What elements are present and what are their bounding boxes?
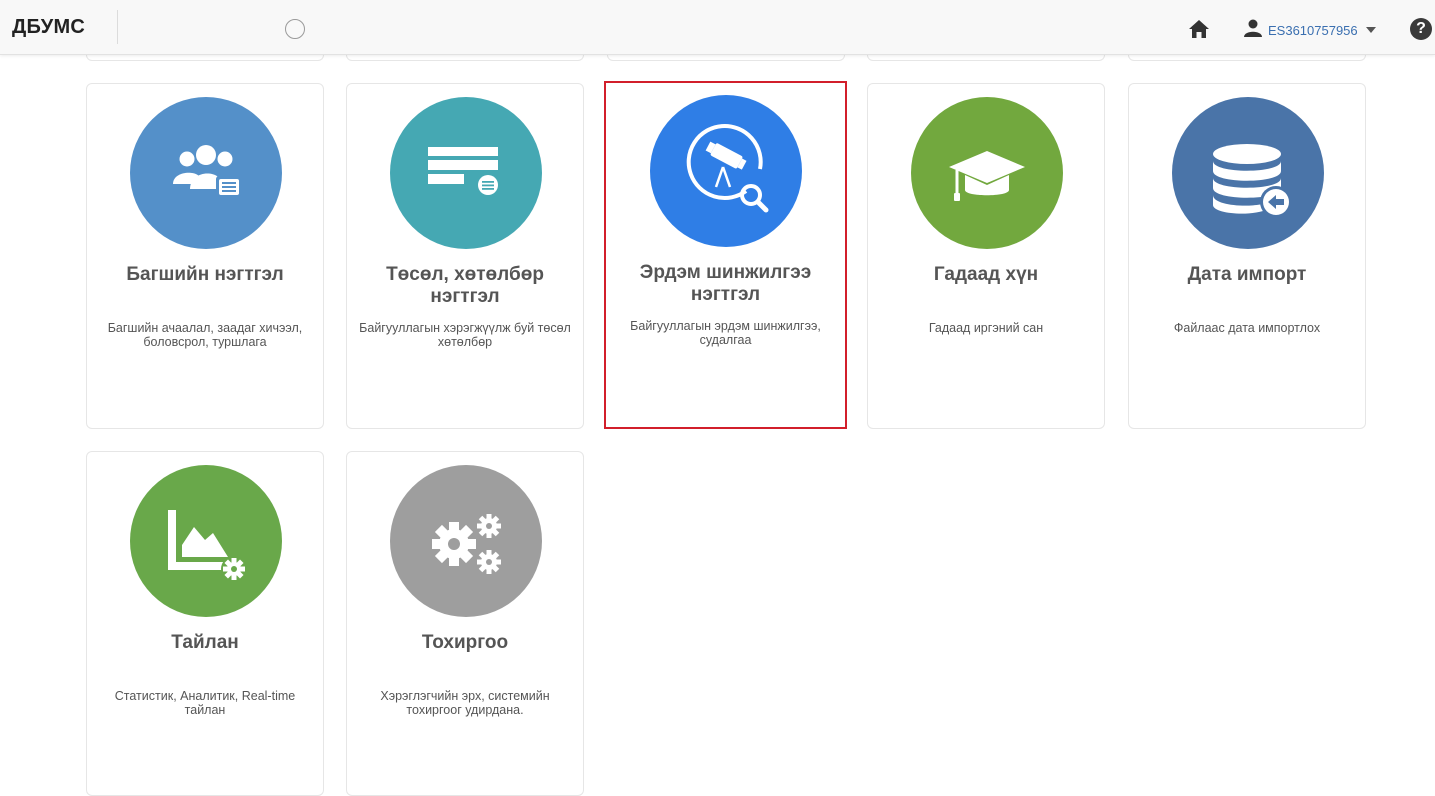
module-card-foreigner[interactable]: Гадаад хүн Гадаад иргэний сан [867, 83, 1105, 429]
loading-spinner-icon [285, 19, 305, 39]
module-card-project[interactable]: Төсөл, хөтөлбөр нэгтгэл Байгууллагын хэр… [346, 83, 584, 429]
top-navbar: ДБУМС ES3610757956 ? [0, 0, 1435, 55]
question-circle-icon[interactable]: ? [1410, 18, 1432, 40]
module-title: Төсөл, хөтөлбөр нэгтгэл [386, 264, 544, 307]
module-title: Тохиргоо [421, 632, 509, 653]
module-title: Багшийн нэгтгэл [126, 264, 284, 285]
telescope-search-icon [650, 95, 802, 247]
brand-logo[interactable]: ДБУМС [12, 16, 85, 39]
module-description: Гадаад иргэний сан [928, 321, 1044, 335]
module-card-research[interactable]: Эрдэм шинжилгээ нэгтгэл Байгууллагын эрд… [604, 81, 847, 429]
user-icon [1243, 19, 1263, 42]
chevron-down-icon[interactable] [1365, 27, 1376, 33]
module-description: Байгууллагын эрдэм шинжилгээ, судалгаа [630, 319, 821, 347]
module-description: Хэрэглэгчийн эрх, системийн тохиргоог уд… [380, 689, 550, 717]
gears-icon [390, 465, 542, 617]
module-card-data-import[interactable]: Дата импорт Файлаас дата импортлох [1128, 83, 1366, 429]
module-card-teacher[interactable]: Багшийн нэгтгэл Багшийн ачаалал, заадаг … [86, 83, 324, 429]
module-description: Багшийн ачаалал, заадаг хичээл, боловсро… [107, 321, 303, 349]
module-card-report[interactable]: Тайлан Статистик, Аналитик, Real-time та… [86, 451, 324, 796]
database-import-icon [1172, 97, 1324, 249]
username-label[interactable]: ES3610757956 [1268, 23, 1358, 38]
navbar-divider [117, 10, 118, 44]
module-title: Эрдэм шинжилгээ нэгтгэл [639, 262, 812, 305]
module-title: Дата импорт [1187, 264, 1307, 285]
user-menu-dropdown[interactable]: ES3610757956 [1243, 18, 1376, 42]
module-description: Файлаас дата импортлох [1173, 321, 1321, 335]
module-card-settings[interactable]: Тохиргоо Хэрэглэгчийн эрх, системийн тох… [346, 451, 584, 796]
module-title: Тайлан [171, 632, 239, 653]
graduation-cap-icon [911, 97, 1063, 249]
chart-settings-icon [130, 465, 282, 617]
project-list-icon [390, 97, 542, 249]
module-description: Байгууллагын хэрэгжүүлж буй төсөл хөтөлб… [359, 321, 571, 349]
module-description: Статистик, Аналитик, Real-time тайлан [114, 689, 296, 717]
users-list-icon [130, 97, 282, 249]
home-icon[interactable] [1188, 19, 1210, 39]
module-title: Гадаад хүн [933, 264, 1039, 285]
